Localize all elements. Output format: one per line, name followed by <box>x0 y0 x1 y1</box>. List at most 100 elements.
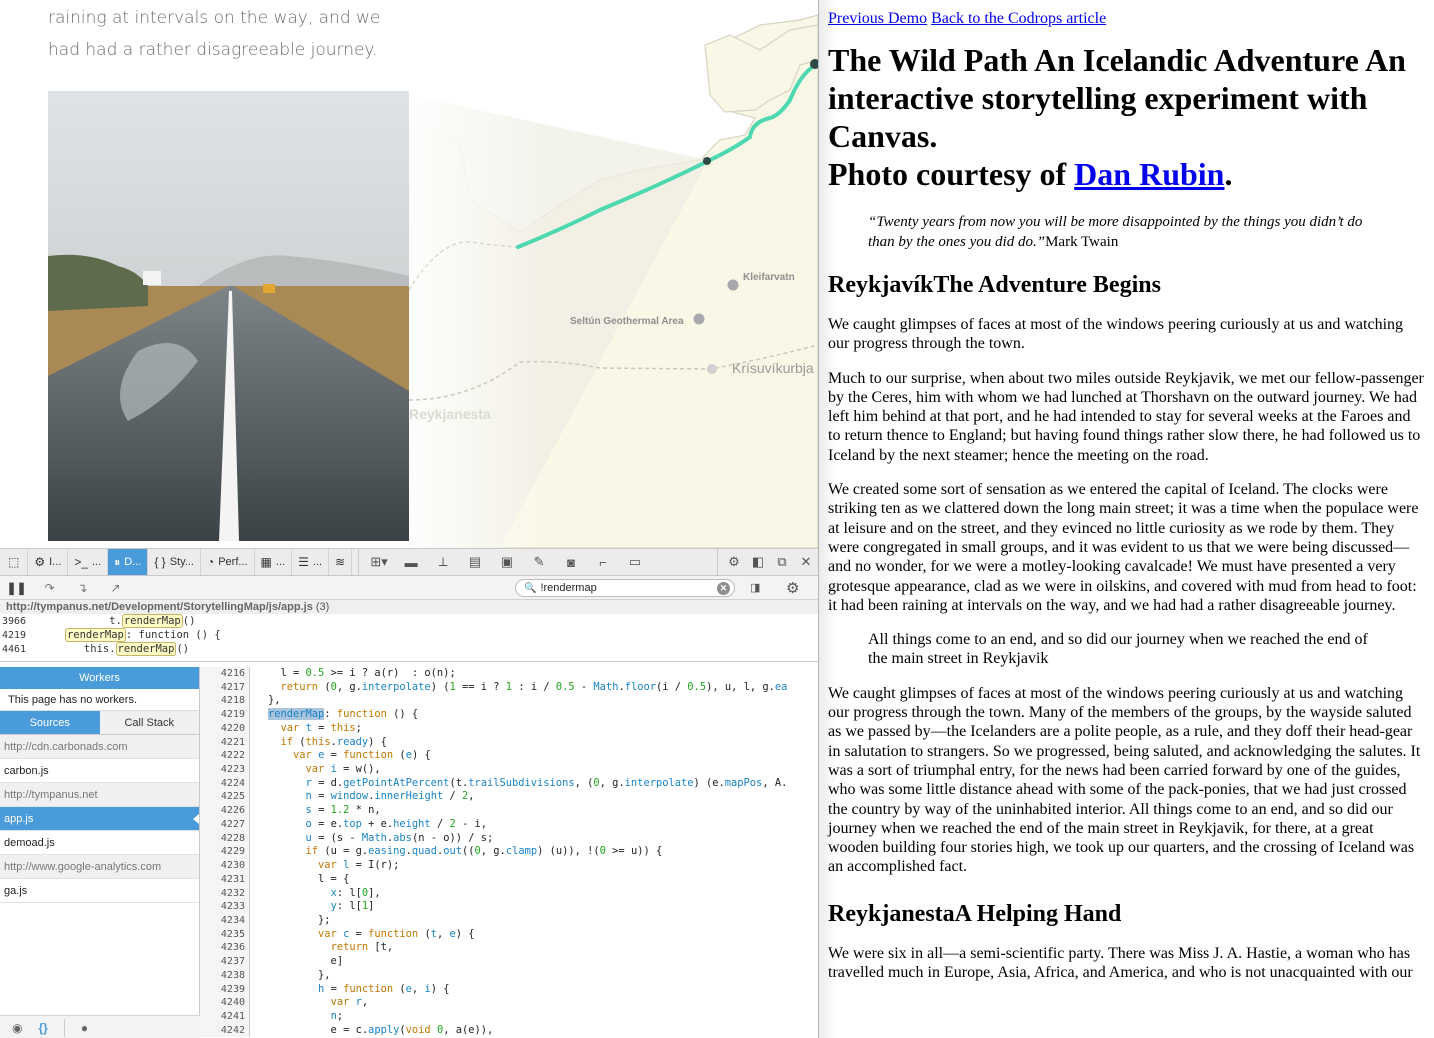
source-file[interactable]: ga.js <box>0 879 199 903</box>
screenshot-button[interactable]: ◙ <box>555 555 587 570</box>
line-number[interactable]: 4231 <box>200 872 250 887</box>
search-result-line[interactable]: 4461 this. renderMap() <box>0 642 818 656</box>
line-number[interactable]: 4233 <box>200 900 250 914</box>
line-number[interactable]: 4224 <box>200 776 250 791</box>
blackbox-icon[interactable]: ● <box>81 1021 88 1035</box>
line-number[interactable]: 4235 <box>200 927 250 942</box>
tab-debugger[interactable]: ⏸ D... <box>108 549 149 575</box>
line-number[interactable]: 4220 <box>200 721 250 736</box>
pretty-print-icon[interactable]: {} <box>38 1021 47 1035</box>
tab-call-stack[interactable]: Call Stack <box>99 711 199 734</box>
split-console-button[interactable]: ▬ <box>395 555 427 570</box>
tab-label: I... <box>49 556 62 568</box>
paragraph: We created some sort of sensation as we … <box>828 481 1419 614</box>
source-domain[interactable]: http://tympanus.net <box>0 783 199 807</box>
code-line: 4227 o = e.top + e.height / 2 - i, <box>200 817 818 832</box>
tab-label: Perf... <box>218 556 248 568</box>
code-text: var e = function (e) { <box>293 749 431 762</box>
line-number[interactable]: 4236 <box>200 941 250 956</box>
responsive-mode-button[interactable]: ▣ <box>491 554 523 570</box>
tab-performance[interactable]: ◔ Perf... <box>201 549 255 575</box>
line-number[interactable]: 4238 <box>200 968 250 983</box>
map-label-seltun: Seltún Geothermal Area <box>570 316 684 327</box>
pause-button[interactable]: ❚❚ <box>0 581 33 595</box>
clear-search-icon[interactable]: ✕ <box>717 582 730 595</box>
code-line: 4222 var e = function (e) { <box>200 749 818 764</box>
scratchpad-button[interactable]: ▤ <box>459 554 491 570</box>
line-number[interactable]: 4221 <box>200 735 250 750</box>
line-number[interactable]: 4217 <box>200 680 250 695</box>
page-title: The Wild Path An Icelandic Adventure An … <box>828 41 1425 193</box>
tab-network[interactable]: ☰... <box>292 549 329 575</box>
search-result-line[interactable]: 3966 t. renderMap() <box>0 614 818 628</box>
tab-sources[interactable]: Sources <box>0 711 100 734</box>
tab-inspector[interactable]: ⚙ I... <box>28 549 69 575</box>
line-number[interactable]: 4225 <box>200 790 250 805</box>
tab-style-editor[interactable]: { } Sty... <box>148 549 201 575</box>
code-editor[interactable]: 4216 l = 0.5 >= i ? a(r) : o(n); 4217 ret… <box>200 667 818 1038</box>
source-file[interactable]: app.js <box>0 807 199 831</box>
line-number[interactable]: 4219 <box>200 708 250 722</box>
previous-demo-link[interactable]: Previous Demo <box>828 10 927 27</box>
paintflashing-button[interactable]: ⟂ <box>427 554 459 570</box>
line-number[interactable]: 4232 <box>200 886 250 901</box>
step-in-button[interactable]: ↴ <box>66 581 99 595</box>
undock-icon[interactable]: ⧉ <box>770 554 794 570</box>
photo-credit-link[interactable]: Dan Rubin <box>1074 156 1224 192</box>
code-text: var i = w(), <box>305 763 381 776</box>
tab-storage[interactable]: ≋ <box>329 549 353 575</box>
result-text: () <box>182 615 196 627</box>
line-number[interactable]: 4228 <box>200 831 250 846</box>
window-buttons: ⚙ ◧ ⧉ ✕ <box>717 549 818 575</box>
source-file[interactable]: carbon.js <box>0 759 199 783</box>
debugger-settings-icon[interactable]: ⚙ <box>786 579 799 597</box>
close-icon[interactable]: ✕ <box>794 554 818 570</box>
tab-label: ... <box>92 556 102 568</box>
settings-icon[interactable]: ⚙ <box>722 554 746 570</box>
eyedropper-button[interactable]: ✎ <box>523 554 555 570</box>
workers-header[interactable]: Workers <box>0 667 199 689</box>
code-text: e] <box>268 955 344 968</box>
back-to-article-link[interactable]: Back to the Codrops article <box>931 10 1106 27</box>
code-text: e = c.apply(void 0, a(e)), <box>268 1023 494 1036</box>
element-picker-button[interactable]: ⬚ <box>0 549 29 575</box>
code-line: 4217 return (0, g.interpolate) (1 == i ?… <box>200 680 818 695</box>
line-number[interactable]: 4229 <box>200 845 250 860</box>
code-text: var l = I(r); <box>318 859 400 872</box>
line-number[interactable]: 4230 <box>200 859 250 873</box>
frame-select-button[interactable]: ⊞▾ <box>363 554 395 570</box>
tab-label: ... <box>312 556 322 568</box>
code-line: 4232 x: l[0], <box>200 886 818 901</box>
step-over-button[interactable]: ↷ <box>33 581 66 595</box>
code-text: o = e.top + e.height / 2 - i, <box>305 817 488 830</box>
measure-button[interactable]: ▭ <box>619 554 651 570</box>
line-number[interactable]: 4234 <box>200 913 250 928</box>
code-line: 4218}, <box>200 694 818 709</box>
line-number[interactable]: 4222 <box>200 749 250 764</box>
search-field[interactable]: 🔍 ✕ <box>515 579 735 597</box>
source-file[interactable]: demoad.js <box>0 831 199 855</box>
search-result-line[interactable]: 4219 renderMap: function () { <box>0 628 818 642</box>
source-domain[interactable]: http://www.google-analytics.com <box>0 855 199 879</box>
tab-console[interactable]: >_... <box>68 549 109 575</box>
result-file-header[interactable]: http://tympanus.net/Development/Storytel… <box>0 600 818 614</box>
tab-memory[interactable]: ▦... <box>255 549 293 575</box>
dock-side-icon[interactable]: ◧ <box>746 554 770 570</box>
line-number[interactable]: 4241 <box>200 1009 250 1024</box>
line-number[interactable]: 4240 <box>200 996 250 1010</box>
line-number[interactable]: 4223 <box>200 763 250 777</box>
line-number[interactable]: 4218 <box>200 694 250 709</box>
line-number[interactable]: 4216 <box>200 667 250 681</box>
line-number[interactable]: 4227 <box>200 817 250 832</box>
step-out-button[interactable]: ↗ <box>99 581 132 595</box>
code-text: renderMap: function () { <box>268 708 419 721</box>
line-number[interactable]: 4226 <box>200 804 250 818</box>
rulers-button[interactable]: ⌐ <box>587 555 619 570</box>
source-domain[interactable]: http://cdn.carbonads.com <box>0 735 199 759</box>
line-number[interactable]: 4239 <box>200 982 250 997</box>
toggle-sidebar-icon[interactable]: ◨ <box>750 581 760 594</box>
eye-icon[interactable]: ◉ <box>12 1021 22 1035</box>
line-number[interactable]: 4237 <box>200 955 250 969</box>
line-number[interactable]: 4242 <box>200 1023 250 1038</box>
search-input[interactable] <box>540 582 711 594</box>
